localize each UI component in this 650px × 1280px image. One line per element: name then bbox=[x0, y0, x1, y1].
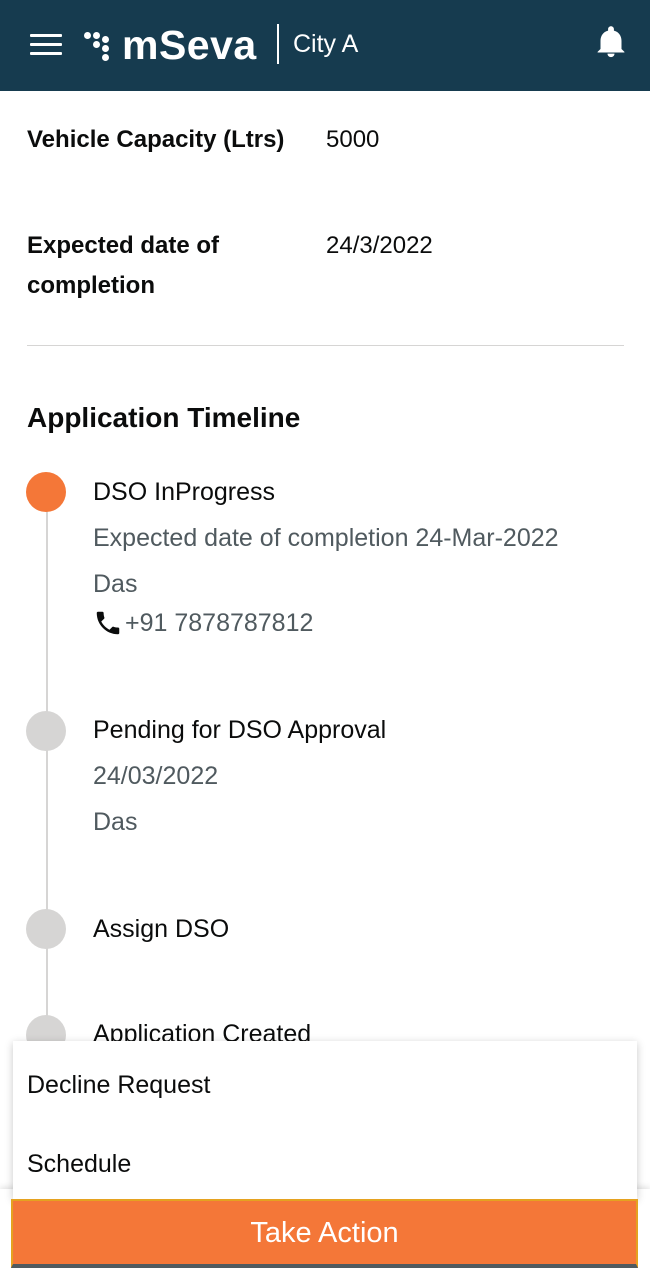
phone-icon bbox=[96, 611, 120, 635]
app-name: mSeva bbox=[122, 21, 257, 68]
header-divider bbox=[277, 24, 279, 64]
menu-item-label: Decline Request bbox=[27, 1071, 211, 1099]
detail-label: Vehicle Capacity (Ltrs) bbox=[27, 126, 285, 153]
timeline-connector bbox=[46, 500, 48, 1040]
bell-icon[interactable] bbox=[597, 25, 625, 59]
menu-item-decline-request[interactable]: Decline Request bbox=[13, 1041, 637, 1120]
detail-value: 24/3/2022 bbox=[326, 232, 433, 259]
timeline-detail: Expected date of completion 24-Mar-2022 bbox=[93, 524, 559, 552]
menu-item-schedule[interactable]: Schedule bbox=[13, 1120, 637, 1199]
timeline-phone: +91 7878787812 bbox=[125, 608, 314, 637]
section-divider bbox=[27, 345, 624, 346]
timeline-status: Pending for DSO Approval bbox=[93, 716, 387, 744]
logo-mark-icon bbox=[84, 28, 118, 62]
timeline-assignee: Das bbox=[93, 570, 138, 598]
timeline-title: Application Timeline bbox=[27, 402, 301, 433]
top-bar: mSeva City A bbox=[0, 0, 650, 91]
timeline-status: Assign DSO bbox=[93, 915, 230, 943]
detail-label: Expected date of completion bbox=[27, 232, 220, 299]
timeline-date: 24/03/2022 bbox=[93, 762, 219, 790]
timeline-assignee: Das bbox=[93, 808, 138, 836]
mseva-logo: mSeva bbox=[84, 22, 257, 68]
detail-value: 5000 bbox=[326, 126, 380, 153]
timeline-dot-active bbox=[26, 472, 66, 512]
menu-item-label: Schedule bbox=[27, 1150, 132, 1178]
timeline-dot bbox=[26, 909, 66, 949]
timeline-phone-link[interactable]: +91 7878787812 bbox=[93, 608, 313, 638]
timeline-dot bbox=[26, 711, 66, 751]
timeline-status: DSO InProgress bbox=[93, 478, 276, 506]
take-action-button[interactable]: Take Action bbox=[11, 1199, 638, 1268]
hamburger-menu-icon[interactable] bbox=[30, 34, 62, 56]
action-menu: Decline Request Schedule bbox=[13, 1041, 637, 1199]
city-name[interactable]: City A bbox=[293, 30, 358, 59]
